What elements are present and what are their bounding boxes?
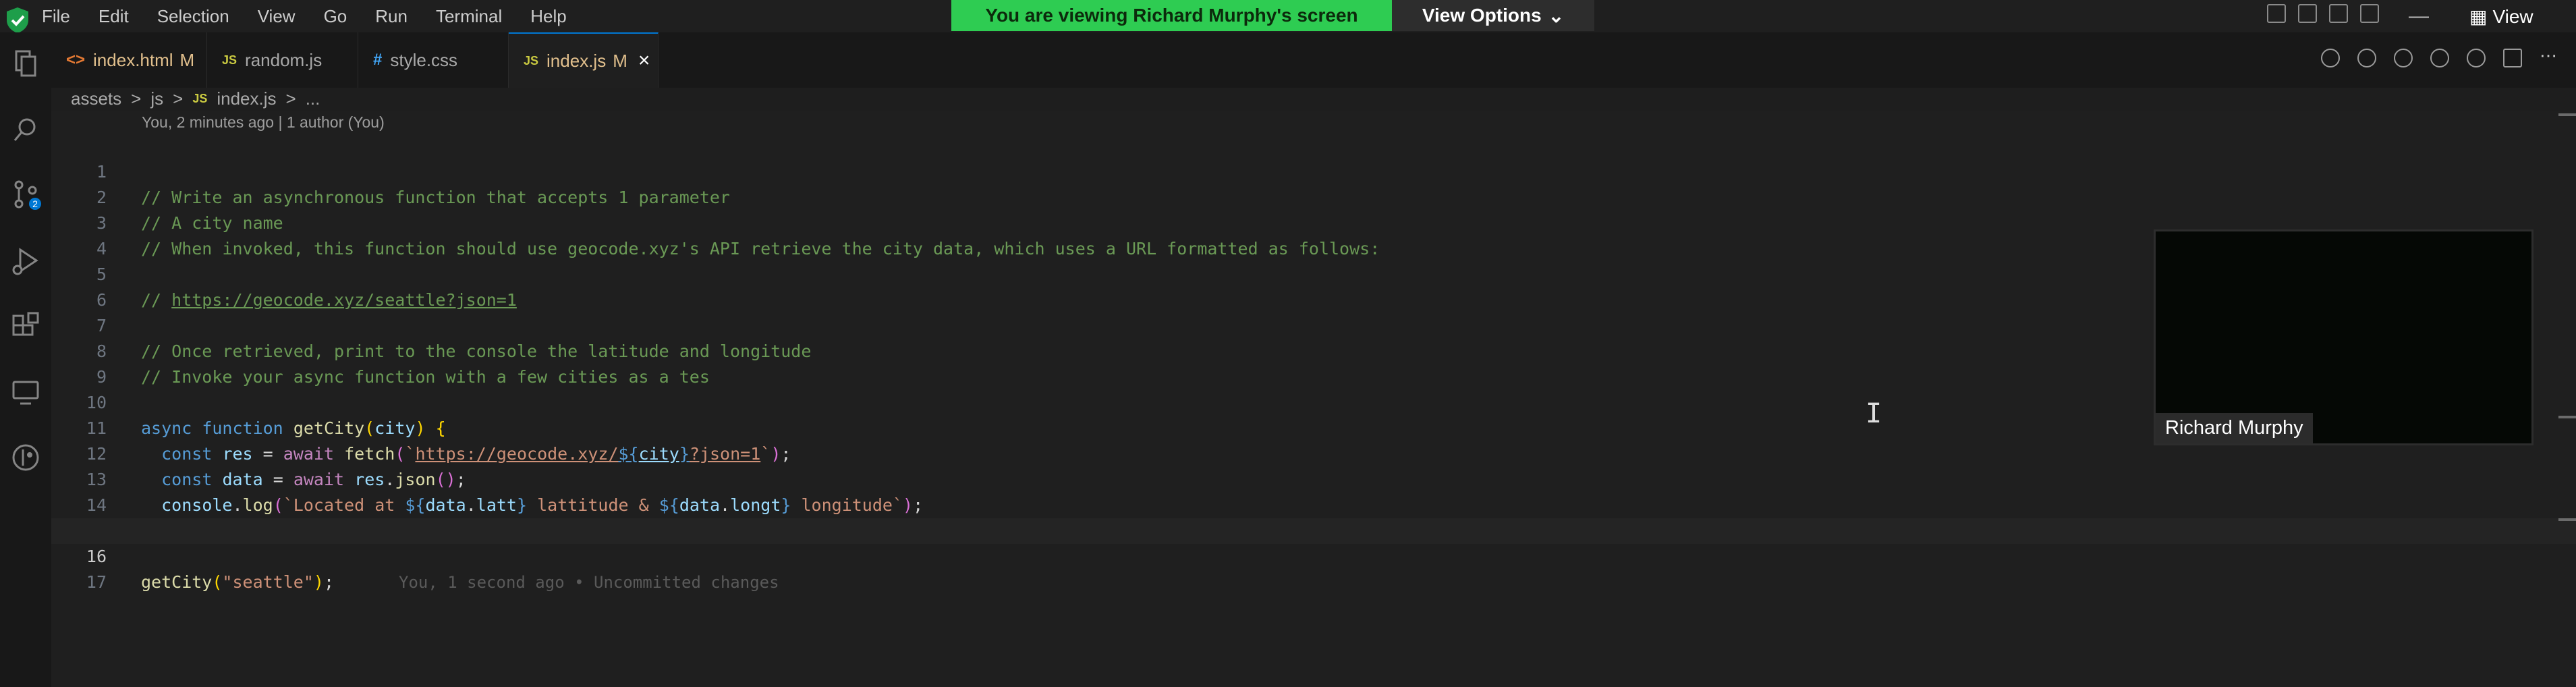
more-actions-icon[interactable]: ⋯: [2540, 47, 2558, 67]
text-cursor-icon: I: [1866, 398, 1882, 429]
chevron-down-icon: ⌄: [1548, 5, 1565, 26]
token: ;: [323, 572, 335, 592]
toggle-primary-sidebar-icon[interactable]: [2267, 4, 2286, 23]
explorer-icon[interactable]: [9, 47, 42, 80]
breadcrumb-js[interactable]: js: [150, 88, 163, 109]
tab-label: index.js: [547, 50, 607, 71]
token: "seattle": [222, 572, 314, 592]
tab-label: random.js: [245, 49, 323, 70]
tab-index-html[interactable]: <> index.html M: [51, 32, 207, 88]
token: getCity: [141, 572, 213, 592]
title-bar: File Edit Selection View Go Run Terminal…: [0, 0, 2576, 33]
source-control-icon[interactable]: 2: [9, 178, 42, 211]
editor-actions: ⋯: [2321, 47, 2558, 67]
minimize-icon[interactable]: —: [2409, 0, 2429, 32]
timeline-icon[interactable]: [2467, 49, 2486, 67]
participant-name: Richard Murphy: [2156, 413, 2313, 443]
code-line[interactable]: 15: [51, 493, 2576, 541]
tab-label: style.css: [390, 49, 458, 70]
codelens-blame[interactable]: You, 2 minutes ago | 1 author (You): [142, 113, 385, 132]
breadcrumb-separator: >: [285, 88, 296, 109]
customize-layout-icon[interactable]: [2360, 4, 2379, 23]
view-button-label: View: [2492, 5, 2533, 27]
breadcrumb-index-js[interactable]: index.js: [217, 88, 276, 109]
tab-index-js[interactable]: JS index.js M ×: [509, 32, 659, 88]
line-number: 17: [86, 572, 107, 592]
go-forward-icon[interactable]: [2394, 49, 2413, 67]
code-line-current[interactable]: 16 getCity("seattle"); You, 1 second ago …: [51, 518, 2576, 592]
git-graph-icon[interactable]: [9, 441, 42, 474]
toggle-blame-icon[interactable]: [2430, 49, 2449, 67]
js-file-icon: JS: [222, 53, 237, 67]
code-text: getCity("seattle"); You, 1 second ago • U…: [141, 570, 779, 595]
menu-file[interactable]: File: [42, 6, 70, 27]
token: ): [313, 572, 324, 592]
code-line[interactable]: 3 // When invoked, this function should …: [51, 185, 2576, 258]
svg-text:2: 2: [32, 198, 38, 209]
scrollbar-marker: [2558, 113, 2576, 116]
tab-style-css[interactable]: # style.css: [358, 32, 509, 88]
view-button[interactable]: ▦ View: [2469, 5, 2533, 28]
split-editor-icon[interactable]: [2503, 49, 2522, 67]
toggle-panel-icon[interactable]: [2298, 4, 2317, 23]
extensions-icon[interactable]: [9, 310, 42, 343]
view-options-label: View Options: [1422, 5, 1542, 26]
html-file-icon: <>: [66, 51, 86, 69]
run-debug-icon[interactable]: [9, 244, 42, 277]
menu-bar: File Edit Selection View Go Run Terminal…: [42, 0, 595, 32]
breadcrumb-separator: >: [131, 88, 142, 109]
breadcrumb-separator: >: [173, 88, 184, 109]
menu-view[interactable]: View: [258, 6, 296, 27]
open-changes-icon[interactable]: [2321, 49, 2340, 67]
activity-bar: 2: [0, 32, 51, 687]
menu-help[interactable]: Help: [530, 6, 566, 27]
code-line[interactable]: 14 }: [51, 467, 2576, 541]
participant-video[interactable]: Richard Murphy: [2154, 229, 2533, 445]
screen-share-banner: You are viewing Richard Murphy's screen: [951, 0, 1392, 31]
breadcrumb-assets[interactable]: assets: [71, 88, 121, 109]
view-grid-icon: ▦: [2469, 6, 2488, 27]
js-file-icon: JS: [524, 53, 539, 67]
inline-blame: You, 1 second ago • Uncommitted changes: [399, 573, 779, 592]
layout-controls: [2267, 4, 2379, 23]
breadcrumb-symbol[interactable]: ...: [306, 88, 320, 109]
code-line[interactable]: 2 // A city name: [51, 159, 2576, 233]
tab-label: index.html: [93, 49, 173, 70]
toggle-secondary-sidebar-icon[interactable]: [2329, 4, 2348, 23]
scrollbar-marker: [2558, 518, 2576, 521]
breadcrumb: assets > js > JS index.js > ...: [71, 86, 320, 111]
editor-tabs: <> index.html M JS random.js # style.css…: [51, 32, 2576, 88]
view-options-button[interactable]: View Options ⌄: [1392, 0, 1594, 31]
go-back-icon[interactable]: [2357, 49, 2376, 67]
js-file-icon: JS: [192, 91, 208, 105]
menu-edit[interactable]: Edit: [99, 6, 129, 27]
close-icon[interactable]: ×: [638, 49, 650, 72]
token: (: [212, 572, 223, 592]
code-line[interactable]: 17: [51, 544, 2576, 592]
menu-run[interactable]: Run: [375, 6, 408, 27]
css-file-icon: #: [373, 51, 383, 69]
menu-go[interactable]: Go: [324, 6, 347, 27]
search-icon[interactable]: [9, 113, 42, 146]
code-line[interactable]: 1 // Write an asynchronous function that…: [51, 134, 2576, 207]
tab-random-js[interactable]: JS random.js: [207, 32, 358, 88]
tab-modified-badge: M: [179, 49, 195, 70]
remote-explorer-icon[interactable]: [9, 377, 42, 409]
scrollbar-marker: [2558, 416, 2576, 418]
menu-selection[interactable]: Selection: [157, 6, 229, 27]
tab-modified-badge: M: [613, 50, 627, 71]
vscode-shield-icon: [7, 7, 28, 33]
menu-terminal[interactable]: Terminal: [436, 6, 502, 27]
